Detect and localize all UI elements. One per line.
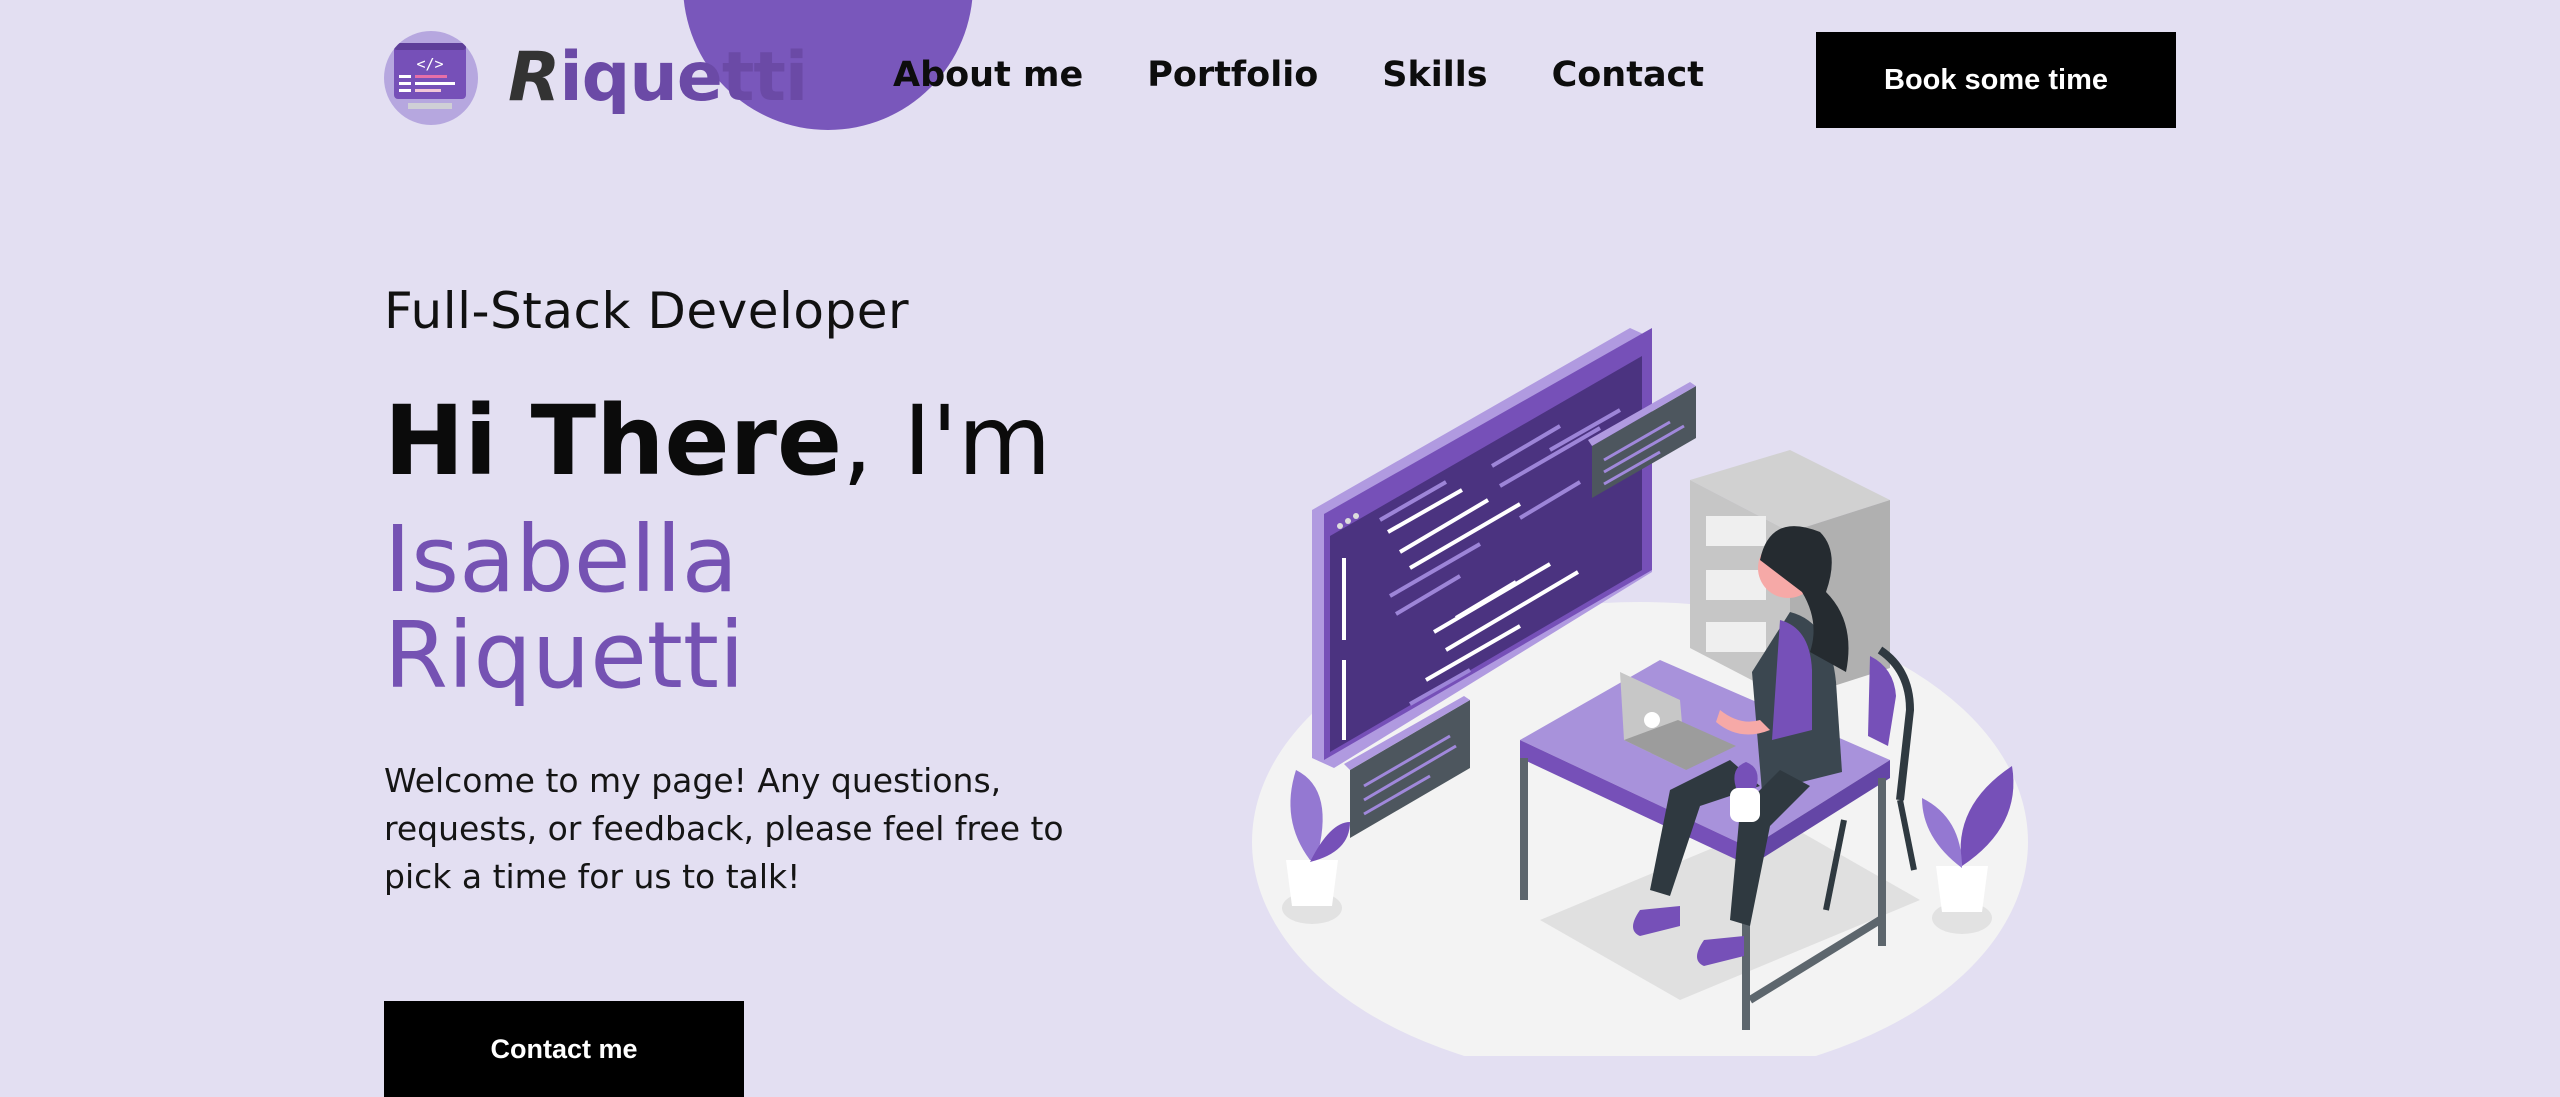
nav-portfolio[interactable]: Portfolio bbox=[1147, 55, 1318, 95]
name-first: Isabella bbox=[384, 506, 738, 613]
book-time-button[interactable]: Book some time bbox=[1816, 32, 2176, 128]
name-last: Riquetti bbox=[384, 602, 745, 709]
greeting-bold: Hi There bbox=[384, 385, 843, 497]
code-window-icon: </> bbox=[384, 31, 478, 125]
svg-text:</>: </> bbox=[416, 55, 443, 73]
nav-about-me[interactable]: About me bbox=[893, 55, 1083, 95]
main-nav: About me Portfolio Skills Contact bbox=[893, 55, 1704, 95]
developer-at-desk-illustration bbox=[1220, 300, 2050, 1082]
site-logo[interactable]: </> Riquetti bbox=[384, 31, 808, 125]
greeting-rest: , I'm bbox=[842, 385, 1052, 497]
hero-greeting: Hi There, I'm bbox=[384, 393, 1051, 489]
hero-name: Isabella Riquetti bbox=[384, 512, 745, 704]
contact-me-button[interactable]: Contact me bbox=[384, 1001, 744, 1097]
hero-subtitle: Full-Stack Developer bbox=[384, 282, 910, 340]
nav-contact[interactable]: Contact bbox=[1552, 55, 1704, 95]
nav-skills[interactable]: Skills bbox=[1382, 55, 1487, 95]
hero-intro: Welcome to my page! Any questions, reque… bbox=[384, 761, 1064, 896]
logo-text: Riquetti bbox=[508, 38, 808, 117]
